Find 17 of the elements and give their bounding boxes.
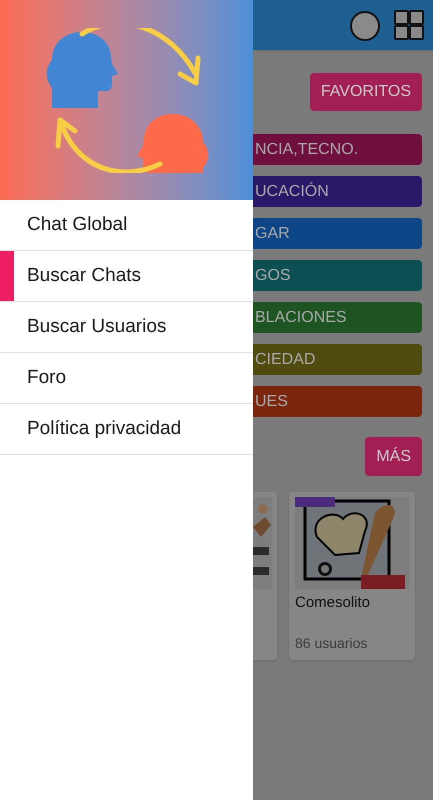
category-button[interactable]: GAR [253,218,422,249]
group-card[interactable]: Comesolito 86 usuarios [289,492,415,660]
category-button[interactable]: CIEDAD [253,344,422,375]
more-button[interactable]: MÁS [365,437,422,476]
member-count: 86 usuarios [295,634,368,653]
category-button[interactable]: BLACIONES [253,302,422,333]
category-button[interactable]: UES [253,386,422,417]
grid-icon[interactable] [393,9,425,41]
favorites-button[interactable]: FAVORITOS [310,73,422,111]
category-button[interactable]: UCACIÓN [253,176,422,207]
avatar-icon[interactable] [349,9,381,41]
group-card[interactable] [253,492,277,660]
group-title: Comesolito [295,593,372,613]
selection-indicator [0,251,14,301]
category-button[interactable]: NCIA,TECNO. [253,134,422,165]
category-button[interactable]: GOS [253,260,422,291]
menu-item[interactable]: Buscar Chats [0,251,253,302]
